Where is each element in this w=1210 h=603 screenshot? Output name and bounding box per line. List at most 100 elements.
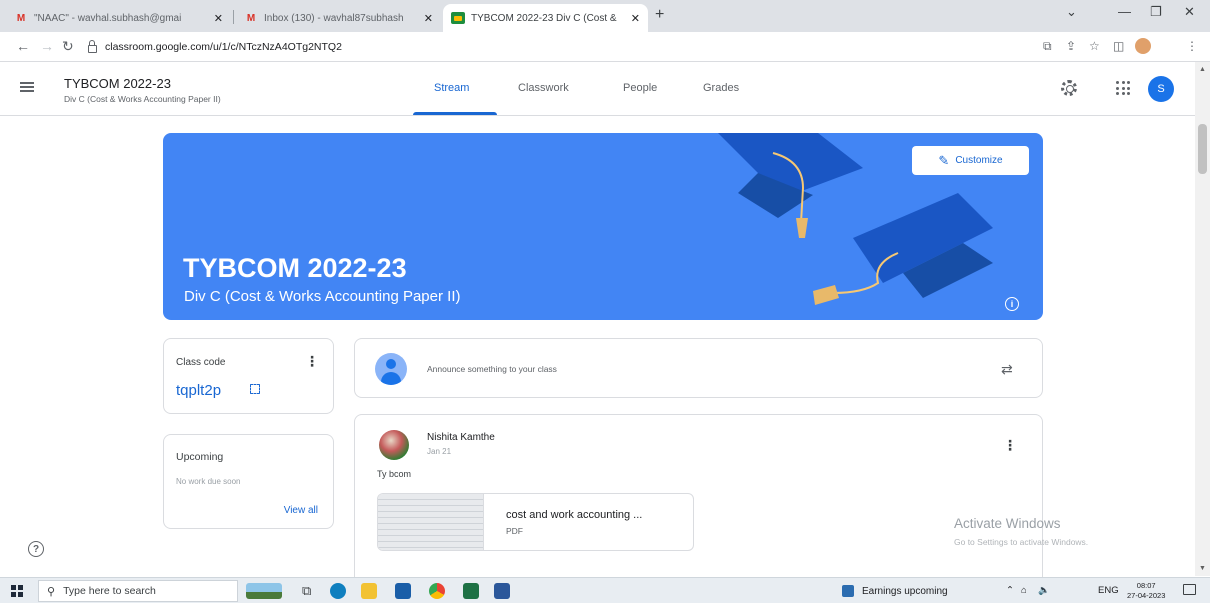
window-close-button[interactable]: ✕ [1184, 4, 1195, 20]
scroll-up-arrow[interactable]: ▲ [1199, 66, 1206, 73]
chrome-icon[interactable] [429, 583, 445, 599]
scroll-down-arrow[interactable]: ▼ [1199, 565, 1206, 572]
search-icon: ⚲ [47, 585, 56, 598]
upcoming-empty-text: No work due soon [176, 477, 241, 486]
announce-box[interactable]: Announce something to your class ⇄ [354, 338, 1043, 398]
browser-toolbar: ← → ↻ classroom.google.com/u/1/c/NTczNzA… [0, 32, 1210, 62]
class-title[interactable]: TYBCOM 2022-23 [64, 76, 171, 91]
apps-grid-icon[interactable] [1116, 81, 1130, 95]
close-icon[interactable]: ✕ [214, 12, 223, 25]
gear-icon[interactable] [1061, 80, 1077, 96]
network-icon[interactable]: ⌂ [1021, 585, 1027, 596]
browser-tab-classroom[interactable]: TYBCOM 2022-23 Div C (Cost & ✕ [443, 4, 648, 32]
lock-icon [88, 39, 97, 53]
account-avatar[interactable]: S [1148, 76, 1174, 102]
tab-divider [233, 10, 234, 24]
clock-time: 08:07 [1136, 581, 1156, 590]
browser-tab-naac[interactable]: M "NAAC" - wavhal.subhash@gmai ✕ [6, 4, 231, 32]
info-icon[interactable]: i [1005, 297, 1019, 311]
post-body: Ty bcom [377, 469, 412, 479]
banner-subtitle: Div C (Cost & Works Accounting Paper II) [184, 288, 461, 305]
pencil-icon: ✎ [938, 152, 950, 168]
browser-menu-icon[interactable]: ⋮ [1186, 39, 1198, 53]
close-icon[interactable]: ✕ [631, 12, 640, 25]
notification-icon[interactable] [1183, 584, 1196, 595]
gmail-icon: M [246, 12, 256, 24]
excel-icon[interactable] [463, 583, 479, 599]
upcoming-card: Upcoming No work due soon View all [163, 434, 334, 529]
post-options-icon[interactable]: ⋮ [1003, 437, 1017, 454]
gmail-icon: M [16, 12, 26, 24]
new-tab-button[interactable]: + [655, 6, 664, 24]
word-icon[interactable] [494, 583, 510, 599]
language-indicator[interactable]: ENG [1098, 585, 1119, 596]
browser-tab-inbox[interactable]: M Inbox (130) - wavhal87subhash ✕ [236, 4, 441, 32]
clock-date: 27-04-2023 [1127, 591, 1166, 600]
news-widget-text: Earnings upcoming [862, 585, 948, 597]
bookmark-star-icon[interactable]: ☆ [1089, 39, 1100, 53]
class-code-label: Class code [176, 357, 226, 368]
tab-title: "NAAC" - wavhal.subhash@gmai [34, 12, 182, 24]
install-app-icon[interactable]: ⧉ [1043, 39, 1052, 54]
customize-button[interactable]: ✎ Customize [912, 146, 1029, 175]
stream-post: Nishita Kamthe Jan 21 ⋮ Ty bcom cost and… [354, 414, 1043, 584]
attachment-type: PDF [506, 526, 523, 536]
task-view-icon[interactable]: ⧉ [302, 583, 318, 599]
edge-browser-icon[interactable] [330, 583, 346, 599]
volume-icon[interactable]: 🔈 [1038, 585, 1050, 596]
side-panel-icon[interactable]: ◫ [1113, 39, 1124, 53]
active-tab-indicator [413, 112, 497, 115]
profile-avatar[interactable] [1135, 38, 1151, 54]
tab-title: Inbox (130) - wavhal87subhash [264, 12, 404, 24]
browser-tab-strip: M "NAAC" - wavhal.subhash@gmai ✕ M Inbox… [0, 0, 1210, 32]
classroom-icon [451, 12, 465, 24]
attachment-card[interactable]: cost and work accounting ... PDF [377, 493, 694, 551]
class-banner: ✎ Customize TYBCOM 2022-23 Div C (Cost &… [163, 133, 1043, 320]
scrollbar-thumb[interactable] [1198, 124, 1207, 174]
taskbar-clock[interactable]: 08:07 27-04-2023 [1127, 581, 1165, 601]
help-icon[interactable]: ? [28, 541, 44, 557]
tab-title: TYBCOM 2022-23 Div C (Cost & [471, 12, 617, 24]
tab-classwork[interactable]: Classwork [518, 82, 569, 94]
author-avatar [379, 430, 409, 460]
post-date: Jan 21 [427, 447, 452, 456]
address-bar[interactable]: classroom.google.com/u/1/c/NTczNzA4OTg2N… [88, 36, 1038, 58]
user-avatar [375, 353, 407, 385]
tray-arrow-icon[interactable]: ⌃ [1006, 585, 1014, 596]
news-widget[interactable]: Earnings upcoming [842, 585, 948, 597]
customize-label: Customize [955, 155, 1003, 166]
banner-title: TYBCOM 2022-23 [183, 253, 407, 283]
tab-grades[interactable]: Grades [703, 82, 739, 94]
announce-placeholder[interactable]: Announce something to your class [427, 364, 557, 374]
url-text: classroom.google.com/u/1/c/NTczNzA4OTg2N… [105, 41, 342, 53]
activate-windows-hint: Go to Settings to activate Windows. [954, 537, 1089, 547]
back-button[interactable]: ← [16, 38, 30, 54]
upcoming-label: Upcoming [176, 451, 224, 463]
tab-search-icon[interactable]: ⌄ [1066, 4, 1077, 20]
minimize-button[interactable]: — [1118, 4, 1131, 19]
windows-start-icon[interactable] [11, 585, 23, 597]
store-icon[interactable] [395, 583, 411, 599]
classroom-header: TYBCOM 2022-23 Div C (Cost & Works Accou… [0, 62, 1195, 116]
landscape-widget-icon[interactable] [246, 583, 282, 599]
activate-windows-title: Activate Windows [954, 516, 1061, 531]
reload-button[interactable]: ↻ [62, 38, 74, 55]
tab-stream[interactable]: Stream [434, 82, 469, 94]
stock-chart-icon [842, 585, 854, 597]
windows-taskbar: ⚲ Type here to search ⧉ Earnings upcomin… [0, 577, 1210, 603]
more-options-icon[interactable]: ⋮ [305, 353, 319, 370]
fullscreen-icon[interactable] [250, 384, 260, 394]
attachment-thumbnail [378, 494, 484, 550]
taskbar-search[interactable]: ⚲ Type here to search [38, 580, 238, 602]
file-explorer-icon[interactable] [361, 583, 377, 599]
view-all-link[interactable]: View all [284, 505, 318, 516]
taskbar-search-placeholder: Type here to search [63, 585, 156, 597]
tab-people[interactable]: People [623, 82, 657, 94]
share-icon[interactable]: ⇪ [1066, 39, 1076, 53]
close-icon[interactable]: ✕ [424, 12, 433, 25]
maximize-button[interactable]: ❐ [1150, 4, 1162, 20]
reuse-post-icon[interactable]: ⇄ [1001, 361, 1013, 378]
class-subtitle: Div C (Cost & Works Accounting Paper II) [64, 94, 221, 104]
main-menu-icon[interactable] [20, 82, 34, 92]
forward-button[interactable]: → [40, 38, 54, 54]
